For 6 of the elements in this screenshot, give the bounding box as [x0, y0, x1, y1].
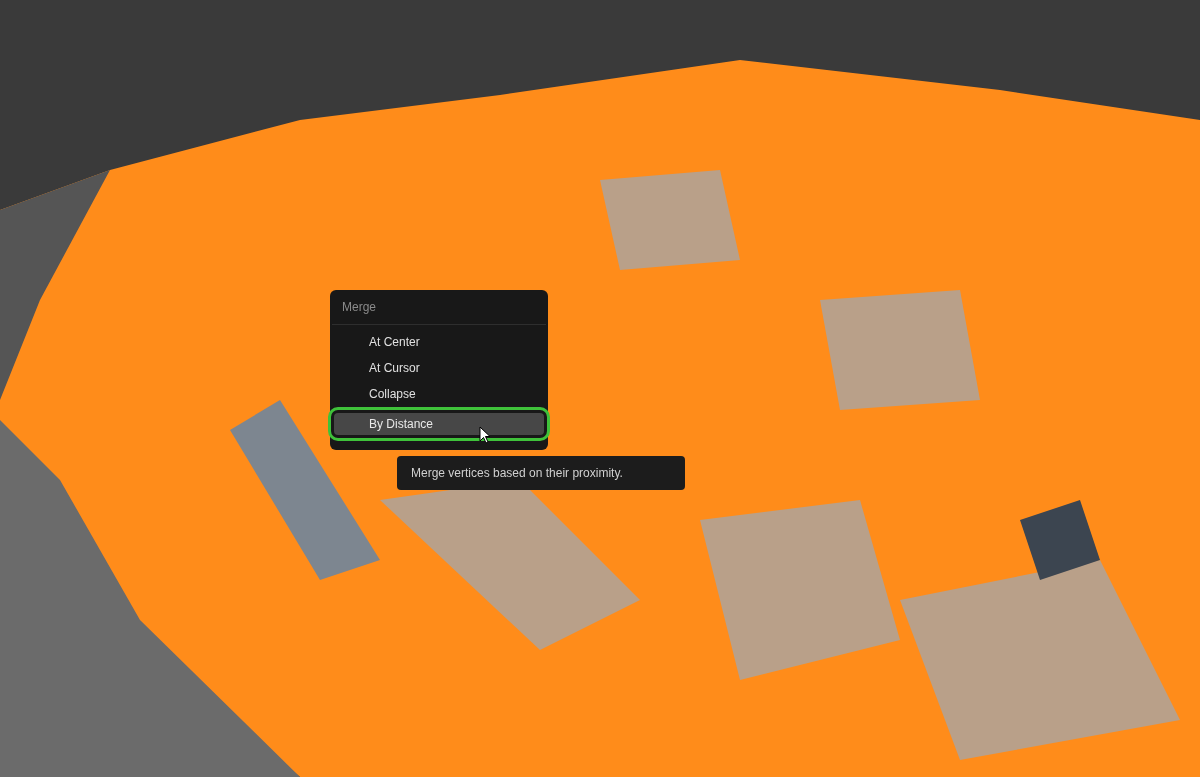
tooltip: Merge vertices based on their proximity. — [397, 456, 685, 490]
menu-item[interactable]: At Center — [334, 329, 544, 355]
cursor-icon — [479, 426, 491, 444]
menu-item[interactable]: At Cursor — [334, 355, 544, 381]
menu-item[interactable]: Collapse — [334, 381, 544, 407]
menu-title: Merge — [332, 298, 546, 325]
